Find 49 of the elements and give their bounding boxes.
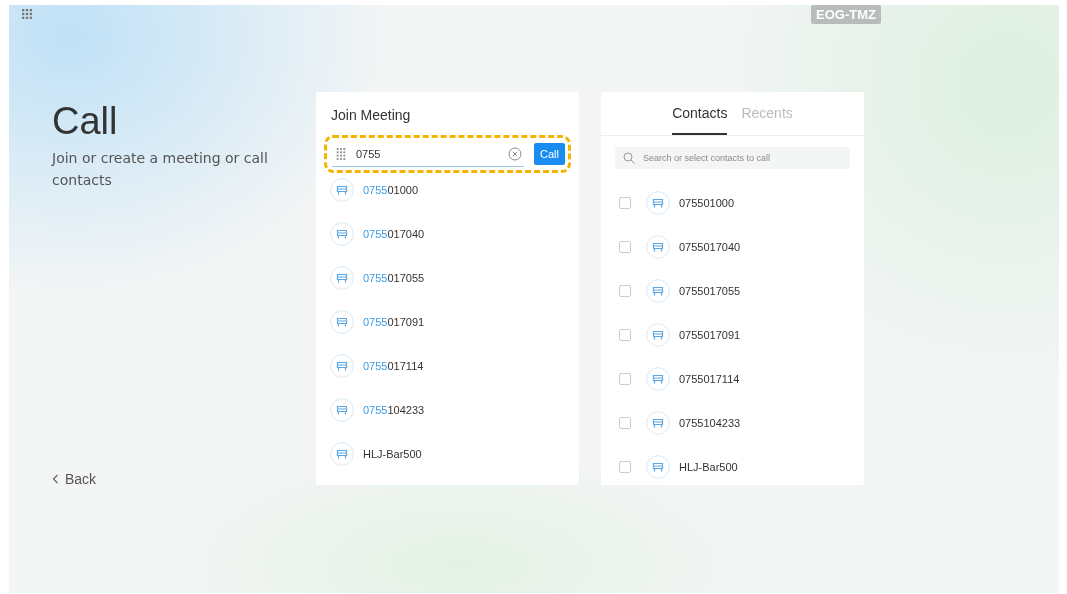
meeting-room-icon [646, 323, 670, 347]
meeting-room-icon [330, 222, 354, 246]
dialpad-icon [336, 147, 346, 160]
meeting-room-icon [330, 442, 354, 466]
search-icon [623, 152, 635, 164]
meeting-room-result[interactable]: 075501000 [363, 184, 419, 196]
meeting-room-icon [330, 354, 354, 378]
meeting-room-icon [646, 235, 670, 259]
contact-name: 075501000 [679, 197, 735, 209]
checkbox[interactable] [619, 329, 631, 341]
meeting-room-icon [330, 266, 354, 290]
meeting-room-icon [646, 279, 670, 303]
apps-grid-icon[interactable] [22, 9, 32, 19]
page-title: Call [52, 100, 119, 143]
contact-name: 0755017055 [679, 285, 741, 297]
meeting-room-icon [646, 191, 670, 215]
meeting-room-icon [330, 398, 354, 422]
panel-heading: Join Meeting [330, 106, 412, 123]
clear-icon[interactable] [508, 146, 522, 161]
meeting-room-result[interactable]: 0755017055 [363, 272, 425, 284]
meeting-room-icon [330, 178, 354, 202]
number-field[interactable]: 0755 [354, 146, 500, 161]
contact-name: HLJ-Bar500 [679, 461, 738, 473]
chevron-left-icon [52, 474, 59, 484]
meeting-room-icon [646, 367, 670, 391]
checkbox[interactable] [619, 417, 631, 429]
device-label: EOG-TMZ [811, 5, 881, 24]
checkbox[interactable] [619, 373, 631, 385]
checkbox[interactable] [619, 197, 631, 209]
contact-name: 0755017091 [679, 329, 741, 341]
search-box[interactable]: Search or select contacts to call [615, 147, 850, 169]
checkbox[interactable] [619, 285, 631, 297]
search-input[interactable]: Search or select contacts to call [641, 152, 850, 164]
meeting-room-icon [646, 455, 670, 479]
tab[interactable]: Contacts [672, 105, 728, 135]
meeting-room-icon [646, 411, 670, 435]
meeting-room-result[interactable]: 0755017091 [363, 316, 425, 328]
meeting-room-icon [330, 310, 354, 334]
contact-name: 0755017114 [679, 373, 740, 385]
contact-name: 0755017040 [679, 241, 741, 253]
contact-name: 0755104233 [679, 417, 741, 429]
back-button[interactable]: Back [52, 471, 97, 487]
meeting-room-result[interactable]: 0755017040 [363, 228, 425, 240]
checkbox[interactable] [619, 241, 631, 253]
page-subtitle: Join or create a meeting or call contacts [52, 149, 269, 190]
meeting-room-result[interactable]: HLJ-Bar500 [363, 448, 422, 460]
meeting-room-result[interactable]: 0755104233 [363, 404, 425, 416]
meeting-room-result[interactable]: 0755017114 [363, 360, 424, 372]
checkbox[interactable] [619, 461, 631, 473]
